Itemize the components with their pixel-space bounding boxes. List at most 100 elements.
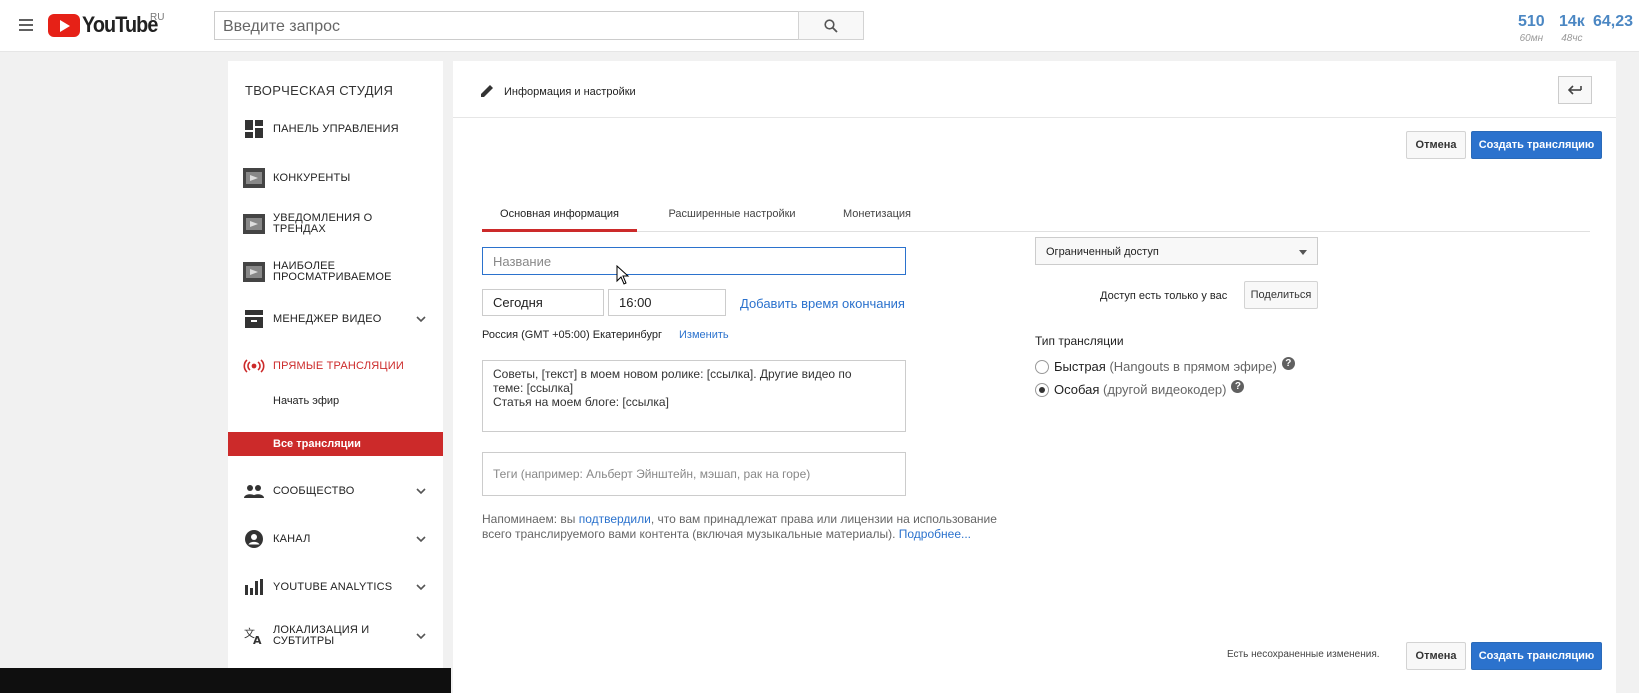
option-quick-hint: (Hangouts в прямом эфире) [1109, 359, 1277, 374]
sidebar-item-label: НАИБОЛЕЕ ПРОСМАТРИВАЕМОЕ [273, 260, 392, 283]
add-end-time-link[interactable]: Добавить время окончания [740, 296, 905, 311]
description-textarea[interactable]: Советы, [текст] в моем новом ролике: [сс… [482, 360, 906, 432]
help-icon[interactable]: ? [1281, 357, 1295, 370]
description-line: Статья на моем блоге: [ссылка] [493, 395, 669, 409]
time-field[interactable]: 16:00 [608, 289, 726, 316]
youtube-play-icon [48, 13, 80, 37]
stat-subs: 14к 48чс [1559, 13, 1585, 44]
description-line: теме: [ссылка] [493, 381, 574, 395]
cancel-button-footer[interactable]: Отмена [1406, 642, 1466, 670]
confirmed-link[interactable]: подтвердили [579, 512, 651, 526]
sidebar-item-community[interactable]: СООБЩЕСТВО [228, 481, 443, 501]
help-icon[interactable]: ? [1231, 380, 1245, 393]
privacy-value: Ограниченный доступ [1046, 246, 1159, 258]
back-arrow-icon [1568, 85, 1582, 95]
search-icon [824, 18, 838, 33]
notice-text: всего транслируемого вами контента (вклю… [482, 527, 899, 541]
stat-total: 64,23 [1593, 13, 1633, 31]
timezone-label: Россия (GMT +05:00) Екатеринбург [482, 329, 662, 341]
menu-icon[interactable] [19, 19, 33, 31]
share-button[interactable]: Поделиться [1244, 281, 1318, 309]
sidebar-item-analytics[interactable]: YOUTUBE ANALYTICS [228, 577, 443, 597]
bar-chart-icon [243, 577, 265, 597]
video-manager-icon [243, 309, 265, 329]
tab-bar: Основная информация Расширенные настройк… [482, 202, 1590, 232]
radio-quick[interactable] [1035, 359, 1049, 374]
sidebar-subitem-label: Все трансляции [273, 438, 361, 450]
sidebar-item-label: СООБЩЕСТВО [273, 484, 355, 497]
sidebar-item-channel[interactable]: КАНАЛ [228, 529, 443, 549]
search-input[interactable]: Введите запрос [214, 11, 816, 40]
sidebar-item-live[interactable]: ПРЯМЫЕ ТРАНСЛЯЦИИ [228, 356, 443, 376]
sidebar-item-localization[interactable]: 文A ЛОКАЛИЗАЦИЯ И СУБТИТРЫ [228, 624, 443, 648]
option-custom-label: Особая [1054, 382, 1100, 397]
tab-basic-info[interactable]: Основная информация [482, 202, 637, 232]
sidebar-item-label: МЕНЕДЖЕР ВИДЕО [273, 312, 382, 325]
pencil-icon [481, 85, 493, 97]
cancel-button[interactable]: Отмена [1406, 131, 1466, 159]
learn-more-link[interactable]: Подробнее... [899, 527, 971, 541]
chevron-down-icon[interactable] [416, 314, 426, 324]
stat-value: 14к [1559, 13, 1585, 30]
change-timezone-link[interactable]: Изменить [679, 329, 729, 341]
radio-custom[interactable] [1035, 382, 1049, 397]
description-line: Советы, [текст] в моем новом ролике: [сс… [493, 367, 852, 381]
extension-icon [243, 262, 265, 282]
svg-text:A: A [253, 634, 262, 645]
extension-icon [243, 214, 265, 234]
mouse-cursor-icon [616, 265, 630, 285]
extension-icon [243, 168, 265, 188]
dashboard-icon [243, 119, 265, 139]
stat-value: 510 [1518, 13, 1545, 30]
access-note: Доступ есть только у вас [1100, 290, 1228, 302]
search-button[interactable] [798, 11, 864, 40]
dropdown-arrow-icon [1299, 250, 1307, 255]
chevron-down-icon[interactable] [416, 534, 426, 544]
live-broadcast-icon [243, 356, 265, 376]
option-custom-hint: (другой видеокодер) [1103, 382, 1227, 397]
sidebar-item-competitors[interactable]: КОНКУРЕНТЫ [228, 167, 443, 189]
panel-title: Информация и настройки [504, 86, 636, 98]
sidebar-item-label: YOUTUBE ANALYTICS [273, 580, 393, 593]
rights-notice: Напоминаем: вы подтвердили, что вам прин… [482, 512, 1022, 542]
back-button[interactable] [1558, 76, 1592, 104]
logo-text: YouTube [82, 12, 158, 37]
stat-label: 60мн [1519, 33, 1544, 44]
unsaved-changes-note: Есть несохраненные изменения. [1227, 649, 1380, 660]
sidebar-subitem-start-stream[interactable]: Начать эфир [273, 395, 339, 407]
privacy-select[interactable]: Ограниченный доступ [1035, 237, 1318, 265]
date-field[interactable]: Сегодня [482, 289, 604, 316]
chevron-down-icon[interactable] [416, 582, 426, 592]
tab-advanced[interactable]: Расширенные настройки [657, 202, 807, 232]
main-panel: Информация и настройки Отмена Создать тр… [453, 61, 1616, 693]
notice-text: Напоминаем: вы [482, 512, 579, 526]
account-icon [243, 529, 265, 549]
option-custom[interactable]: Особая (другой видеокодер) ? [1035, 380, 1245, 397]
bottom-dark-strip [0, 668, 451, 693]
tab-monetization[interactable]: Монетизация [827, 202, 927, 232]
option-quick[interactable]: Быстрая (Hangouts в прямом эфире) ? [1035, 357, 1295, 374]
top-bar: YouTube RU Введите запрос 510 60мн 14к 4… [0, 0, 1639, 52]
chevron-down-icon[interactable] [416, 486, 426, 496]
translate-icon: 文A [243, 626, 265, 646]
sidebar-item-label: КАНАЛ [273, 532, 311, 545]
sidebar-item-label: ПАНЕЛЬ УПРАВЛЕНИЯ [273, 122, 399, 135]
sidebar-title: ТВОРЧЕСКАЯ СТУДИЯ [245, 83, 394, 98]
sidebar-item-dashboard[interactable]: ПАНЕЛЬ УПРАВЛЕНИЯ [228, 119, 443, 139]
sidebar-item-video-manager[interactable]: МЕНЕДЖЕР ВИДЕО [228, 309, 443, 329]
sidebar-item-label: ЛОКАЛИЗАЦИЯ И СУБТИТРЫ [273, 624, 370, 647]
chevron-down-icon[interactable] [416, 631, 426, 641]
tags-input[interactable]: Теги (например: Альберт Эйнштейн, мэшап,… [482, 452, 906, 496]
sidebar-item-trend-alerts[interactable]: УВЕДОМЛЕНИЯ О ТРЕНДАХ [228, 213, 443, 235]
studio-sidebar: ТВОРЧЕСКАЯ СТУДИЯ ПАНЕЛЬ УПРАВЛЕНИЯ КОНК… [228, 61, 443, 668]
title-input[interactable]: Название [482, 247, 906, 275]
create-stream-button-footer[interactable]: Создать трансляцию [1471, 642, 1602, 670]
create-stream-button[interactable]: Создать трансляцию [1471, 131, 1602, 159]
people-icon [243, 481, 265, 501]
logo-region: RU [150, 12, 165, 23]
stat-views: 510 60мн [1518, 13, 1545, 44]
sidebar-subitem-all-streams[interactable]: Все трансляции [228, 432, 443, 456]
panel-header: Информация и настройки [453, 61, 1616, 118]
youtube-logo[interactable]: YouTube [48, 12, 166, 37]
sidebar-item-most-viewed[interactable]: НАИБОЛЕЕ ПРОСМАТРИВАЕМОЕ [228, 261, 443, 283]
